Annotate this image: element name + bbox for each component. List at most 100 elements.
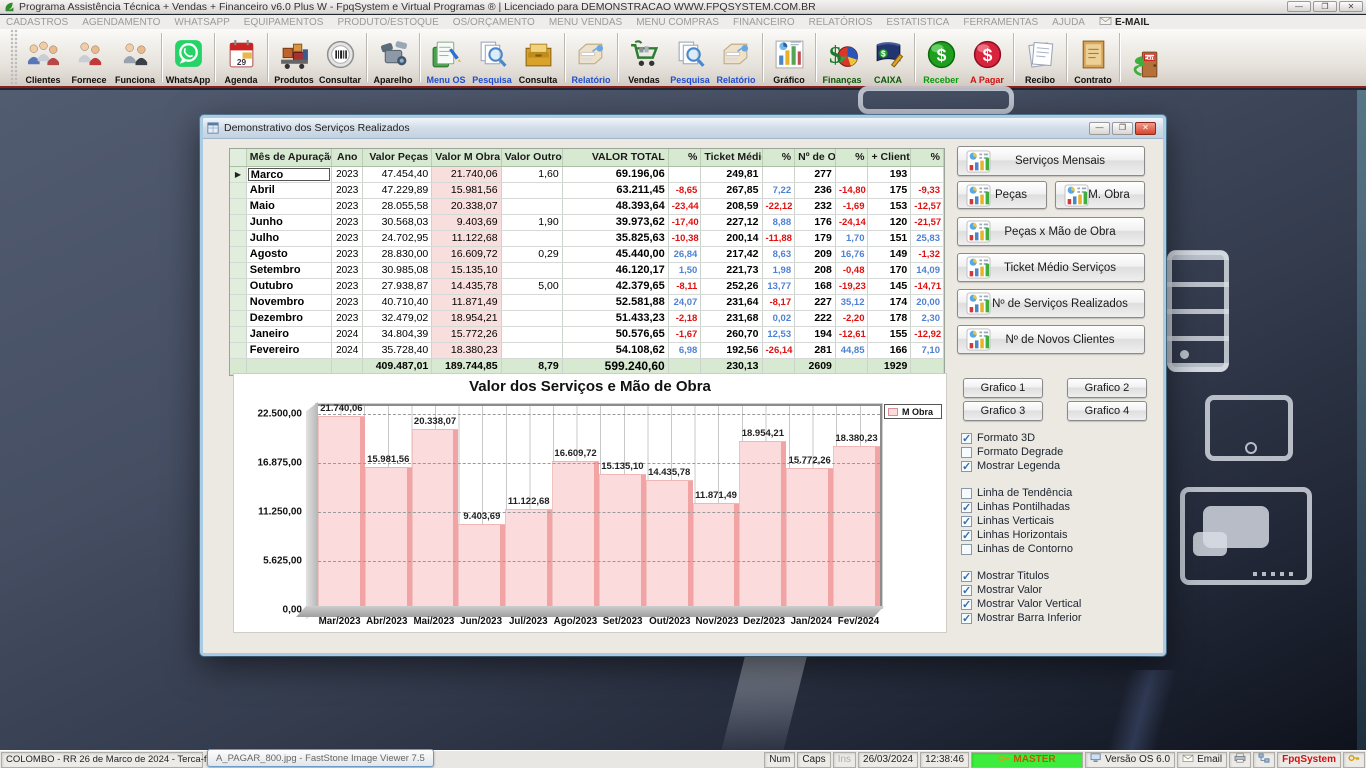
grid-cell[interactable]: -2,18: [668, 310, 702, 327]
grid-cell[interactable]: 267,85: [700, 182, 763, 199]
grid-cell[interactable]: -10,38: [668, 230, 702, 247]
checkbox-mostrar-titulos[interactable]: Mostrar Titulos: [961, 570, 1049, 583]
side-button-pe-as-x-m-o-de-obra[interactable]: Peças x Mão de Obra: [957, 217, 1145, 246]
grid-cell[interactable]: 63.211,45: [562, 182, 669, 199]
grid-cell[interactable]: 44,85: [835, 342, 869, 359]
grid-cell[interactable]: -1,67: [668, 326, 702, 343]
grid-cell[interactable]: 277: [794, 166, 836, 183]
grid-cell[interactable]: 8,63: [762, 246, 796, 263]
grid-cell[interactable]: 69.196,06: [562, 166, 669, 183]
grid-row-selector[interactable]: [230, 278, 247, 295]
checkbox-box[interactable]: [961, 543, 972, 555]
menu-item-produto-estoque[interactable]: PRODUTO/ESTOQUE: [337, 17, 438, 28]
grid-cell[interactable]: [501, 342, 563, 359]
grid-cell[interactable]: 40.710,40: [362, 294, 433, 311]
toolbar-button-clientes[interactable]: Clientes: [20, 29, 66, 86]
grid-cell[interactable]: -1,69: [835, 198, 869, 215]
grid-cell[interactable]: 232: [794, 198, 836, 215]
checkbox-mostrar-barra-inferior[interactable]: Mostrar Barra Inferior: [961, 612, 1082, 625]
grid-cell[interactable]: 155: [867, 326, 912, 343]
grid-cell[interactable]: 175: [867, 182, 912, 199]
grid-cell[interactable]: Fevereiro: [246, 342, 333, 359]
grid-row-janeiro[interactable]: Janeiro 2024 34.804,39 15.772,26 50.576,65 -1…: [230, 326, 944, 343]
menu-item-equipamentos[interactable]: EQUIPAMENTOS: [244, 17, 324, 28]
grid-cell[interactable]: 2023: [331, 310, 363, 327]
grid-row-selector[interactable]: [230, 230, 247, 247]
grid-row-selector[interactable]: ▶: [230, 166, 247, 183]
grid-cell[interactable]: 0,29: [501, 246, 563, 263]
menu-item-e-mail[interactable]: E-MAIL: [1099, 15, 1149, 29]
grid-cell[interactable]: 170: [867, 262, 912, 279]
grid-cell[interactable]: 2023: [331, 214, 363, 231]
checkbox-linhas-horizontais[interactable]: Linhas Horizontais: [961, 529, 1068, 542]
grid-cell[interactable]: Marco: [246, 166, 333, 183]
menu-item-whatsapp[interactable]: WHATSAPP: [174, 17, 229, 28]
toolbar-button-menu-os[interactable]: Menu OS: [423, 29, 469, 86]
grid-cell[interactable]: 2024: [331, 326, 363, 343]
grid-cell[interactable]: 174: [867, 294, 912, 311]
grid-cell[interactable]: 249,81: [700, 166, 763, 183]
grid-cell[interactable]: 2023: [331, 182, 363, 199]
checkbox-box[interactable]: [961, 432, 972, 445]
toolbar-button-caixa[interactable]: $ CAIXA: [865, 29, 911, 86]
grid-cell[interactable]: 25,83: [910, 230, 944, 247]
grid-cell[interactable]: 14.435,78: [431, 278, 502, 295]
menu-item-os-or-amento[interactable]: OS/ORÇAMENTO: [453, 17, 535, 28]
grid-cell[interactable]: Setembro: [246, 262, 333, 279]
grid-cell[interactable]: -12,92: [910, 326, 944, 343]
checkbox-box[interactable]: [961, 612, 972, 625]
grid-cell[interactable]: 145: [867, 278, 912, 295]
grid-cell[interactable]: 200,14: [700, 230, 763, 247]
grid-cell[interactable]: 194: [794, 326, 836, 343]
grid-cell[interactable]: 13,77: [762, 278, 796, 295]
checkbox-mostrar-valor[interactable]: Mostrar Valor: [961, 584, 1042, 597]
menu-item-financeiro[interactable]: FINANCEIRO: [733, 17, 795, 28]
grid-row-selector[interactable]: [230, 198, 247, 215]
toolbar-button-exit[interactable]: EXIT: [1123, 29, 1169, 86]
grid-row-julho[interactable]: Julho 2023 24.702,95 11.122,68 35.825,63 -10,…: [230, 230, 944, 247]
grid-cell[interactable]: 28.830,00: [362, 246, 433, 263]
grid-cell[interactable]: 236: [794, 182, 836, 199]
grid-row-maio[interactable]: Maio 2023 28.055,58 20.338,07 48.393,64 -23,4…: [230, 198, 944, 215]
grid-row-selector[interactable]: [230, 294, 247, 311]
grid-cell[interactable]: 166: [867, 342, 912, 359]
grafico-button-1[interactable]: Grafico 1: [963, 378, 1043, 398]
grid-cell[interactable]: -8,65: [668, 182, 702, 199]
grid-cell[interactable]: Dezembro: [246, 310, 333, 327]
grid-row-dezembro[interactable]: Dezembro 2023 32.479,02 18.954,21 51.433,23-…: [230, 310, 944, 327]
grid-cell[interactable]: Abril: [246, 182, 333, 199]
grid-cell[interactable]: -24,14: [835, 214, 869, 231]
checkbox-linhas-verticais[interactable]: Linhas Verticais: [961, 515, 1054, 528]
window-titlebar[interactable]: Demonstrativo dos Serviços Realizados — …: [203, 118, 1163, 139]
toolbar-button-a-pagar[interactable]: $ A Pagar: [964, 29, 1010, 86]
grid-cell[interactable]: 46.120,17: [562, 262, 669, 279]
grid-cell[interactable]: 47.454,40: [362, 166, 433, 183]
checkbox-formato-degrade[interactable]: Formato Degrade: [961, 446, 1063, 458]
grid-cell[interactable]: 2023: [331, 198, 363, 215]
toolbar-button-gr-fico[interactable]: Gráfico: [766, 29, 812, 86]
grid-cell[interactable]: 179: [794, 230, 836, 247]
grid-cell[interactable]: 47.229,89: [362, 182, 433, 199]
grid-row-selector[interactable]: [230, 182, 247, 199]
grafico-button-4[interactable]: Grafico 4: [1067, 401, 1147, 421]
grid-cell[interactable]: 176: [794, 214, 836, 231]
grid-cell[interactable]: 16.609,72: [431, 246, 502, 263]
toolbar-button-finan-as[interactable]: $ Finanças: [819, 29, 865, 86]
menu-item-ferramentas[interactable]: FERRAMENTAS: [963, 17, 1038, 28]
grid-cell[interactable]: 217,42: [700, 246, 763, 263]
grid-cell[interactable]: 15.981,56: [431, 182, 502, 199]
grid-row-selector[interactable]: [230, 246, 247, 263]
grid-cell[interactable]: 209: [794, 246, 836, 263]
grid-cell[interactable]: 16,76: [835, 246, 869, 263]
grid-cell[interactable]: 2023: [331, 230, 363, 247]
grid-cell[interactable]: 208: [794, 262, 836, 279]
grid-cell[interactable]: 149: [867, 246, 912, 263]
menu-item-cadastros[interactable]: CADASTROS: [6, 17, 68, 28]
restore-button[interactable]: ❐: [1313, 1, 1337, 12]
grid-cell[interactable]: 8,88: [762, 214, 796, 231]
side-button-n-de-servi-os-realizados[interactable]: Nº de Serviços Realizados: [957, 289, 1145, 318]
grid-cell[interactable]: Junho: [246, 214, 333, 231]
grid-cell[interactable]: 18.380,23: [431, 342, 502, 359]
grid-cell[interactable]: 231,64: [700, 294, 763, 311]
checkbox-box[interactable]: [961, 446, 972, 458]
